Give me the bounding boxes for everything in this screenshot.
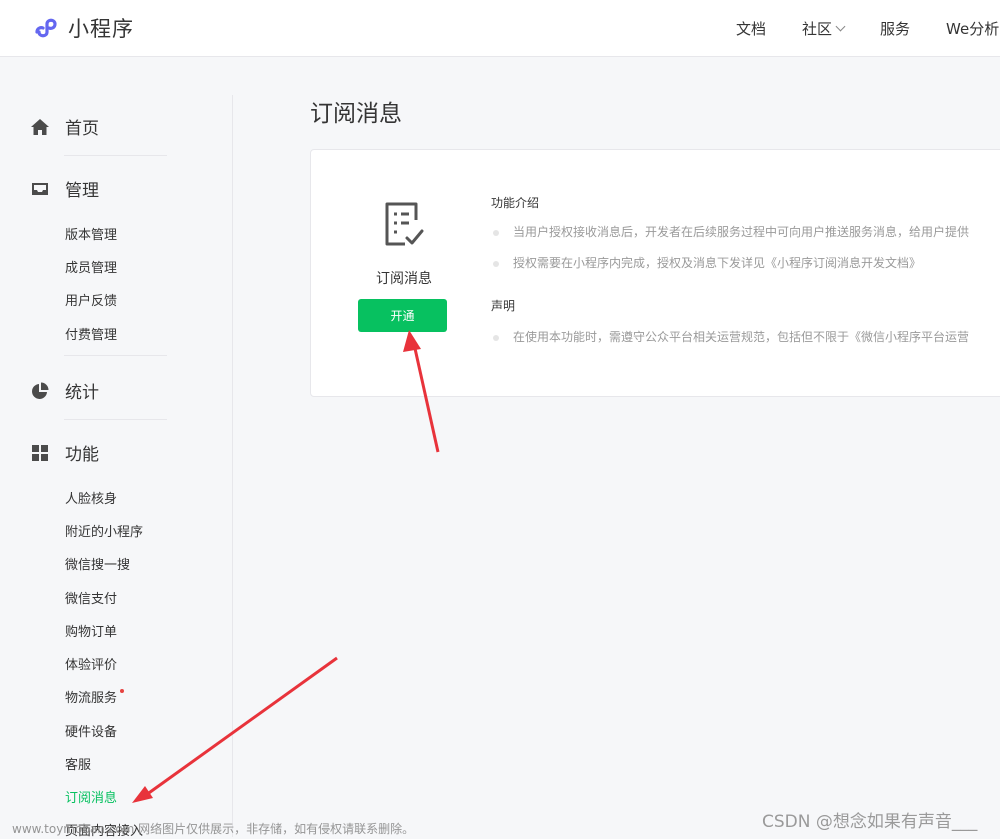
nav-we-analysis[interactable]: We分析 bbox=[946, 18, 999, 39]
sidebar-item-face-verify[interactable]: 人脸核身 bbox=[65, 488, 117, 507]
watermark-right: CSDN @想念如果有声音___ bbox=[762, 812, 978, 832]
top-bar: 小程序 文档 社区 服务 We分析 bbox=[0, 0, 1000, 57]
nav-docs[interactable]: 文档 bbox=[736, 18, 766, 39]
bullet-text: 当用户授权接收消息后，开发者在后续服务过程中可向用户推送服务消息，给用户提供 bbox=[513, 225, 970, 239]
bullet-dot-icon bbox=[493, 229, 499, 236]
intro-title: 功能介绍 bbox=[491, 196, 540, 210]
home-icon bbox=[30, 117, 50, 137]
chevron-down-icon bbox=[835, 21, 846, 32]
sidebar-item-members[interactable]: 成员管理 bbox=[65, 257, 117, 276]
grid-icon bbox=[30, 443, 50, 463]
sidebar-group-home[interactable]: 首页 bbox=[30, 114, 99, 139]
sidebar-item-label: 物流服务 bbox=[65, 691, 118, 706]
sidebar-group-label: 管理 bbox=[65, 181, 99, 201]
sidebar-item-customer-service[interactable]: 客服 bbox=[65, 754, 91, 773]
feature-card: 订阅消息 开通 功能介绍 当用户授权接收消息后，开发者在后续服务过程中可向用户推… bbox=[310, 149, 1000, 397]
sidebar-item-wechat-search[interactable]: 微信搜一搜 bbox=[65, 554, 130, 573]
mini-program-logo-icon bbox=[35, 18, 57, 38]
page-title: 订阅消息 bbox=[310, 101, 402, 127]
bullet-text: 授权需要在小程序内完成，授权及消息下发详见《小程序订阅消息开发文档》 bbox=[513, 256, 922, 270]
sidebar-group-features[interactable]: 功能 bbox=[30, 440, 99, 465]
intro-bullet: 授权需要在小程序内完成，授权及消息下发详见《小程序订阅消息开发文档》 bbox=[493, 254, 921, 271]
sidebar-divider bbox=[232, 95, 233, 837]
sidebar-item-subscribe-message[interactable]: 订阅消息 bbox=[65, 787, 117, 806]
sidebar-item-review[interactable]: 体验评价 bbox=[65, 654, 117, 673]
sidebar-item-payment[interactable]: 付费管理 bbox=[65, 324, 117, 343]
new-badge-dot bbox=[120, 689, 125, 693]
logo[interactable]: 小程序 bbox=[30, 12, 134, 44]
top-nav: 文档 社区 服务 We分析 bbox=[736, 0, 1000, 56]
sidebar-separator bbox=[64, 155, 167, 156]
sidebar-group-label: 统计 bbox=[65, 383, 99, 403]
statement-title: 声明 bbox=[491, 299, 516, 313]
bullet-text: 在使用本功能时，需遵守公众平台相关运营规范，包括但不限于《微信小程序平台运营 bbox=[513, 330, 970, 344]
watermark-left: www.toymoban.com 网络图片仅供展示，非存储，如有侵权请联系删除。 bbox=[12, 822, 415, 836]
feature-name: 订阅消息 bbox=[376, 271, 432, 287]
nav-services[interactable]: 服务 bbox=[880, 18, 910, 39]
statement-bullet: 在使用本功能时，需遵守公众平台相关运营规范，包括但不限于《微信小程序平台运营 bbox=[493, 328, 969, 345]
intro-bullet: 当用户授权接收消息后，开发者在后续服务过程中可向用户推送服务消息，给用户提供 bbox=[493, 223, 969, 240]
app-title: 小程序 bbox=[68, 17, 134, 41]
arrow-to-subscribe-item bbox=[132, 656, 338, 803]
sidebar-item-hardware[interactable]: 硬件设备 bbox=[65, 721, 117, 740]
sidebar-separator bbox=[64, 419, 167, 420]
sidebar-item-feedback[interactable]: 用户反馈 bbox=[65, 290, 117, 309]
sidebar-group-label: 首页 bbox=[65, 119, 99, 139]
sidebar-separator bbox=[64, 355, 167, 356]
sidebar-group-manage[interactable]: 管理 bbox=[30, 176, 99, 201]
bullet-dot-icon bbox=[493, 260, 499, 267]
sidebar-item-orders[interactable]: 购物订单 bbox=[65, 621, 117, 640]
inbox-icon bbox=[30, 179, 50, 199]
sidebar-group-label: 功能 bbox=[65, 445, 99, 465]
nav-community-label: 社区 bbox=[802, 19, 833, 38]
sidebar-group-stats[interactable]: 统计 bbox=[30, 378, 99, 403]
pie-chart-icon bbox=[30, 381, 50, 401]
sidebar-item-nearby[interactable]: 附近的小程序 bbox=[65, 521, 143, 540]
open-button[interactable]: 开通 bbox=[358, 299, 447, 332]
sidebar-item-logistics[interactable]: 物流服务 bbox=[65, 687, 125, 706]
document-check-icon bbox=[385, 202, 424, 246]
bullet-dot-icon bbox=[493, 334, 499, 341]
sidebar-item-wechat-pay[interactable]: 微信支付 bbox=[65, 588, 117, 607]
nav-community[interactable]: 社区 bbox=[802, 18, 846, 39]
sidebar-item-version[interactable]: 版本管理 bbox=[65, 224, 117, 243]
